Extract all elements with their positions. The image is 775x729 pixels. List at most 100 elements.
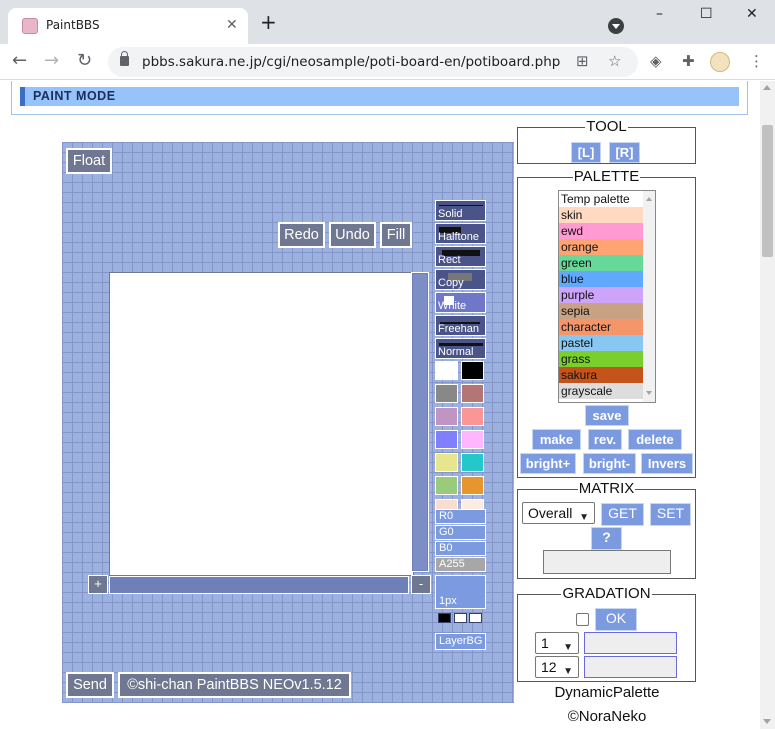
list-scroll-down-icon[interactable] [646, 391, 652, 395]
undo-button[interactable]: Undo [329, 222, 376, 248]
save-palette-button[interactable]: save [585, 405, 629, 426]
palette-list-item[interactable]: grayscale [559, 383, 643, 399]
palette-list-item[interactable]: purple [559, 287, 643, 303]
mask-mode-white-1[interactable] [454, 613, 467, 623]
right-color-button[interactable]: [R] [609, 142, 640, 163]
palette-list-item[interactable]: skin [559, 207, 643, 223]
bookmark-star-icon[interactable]: ☆ [608, 52, 621, 70]
green-value[interactable]: G0 [435, 525, 486, 540]
tool-rect[interactable]: Rect [435, 246, 486, 267]
tool-freehand[interactable]: Freehan [435, 315, 486, 336]
palette-list-item[interactable]: character [559, 319, 643, 335]
red-value[interactable]: R0 [435, 509, 486, 524]
send-button[interactable]: Send [66, 672, 114, 698]
url-text[interactable]: pbbs.sakura.ne.jp/cgi/neosample/poti-boa… [142, 54, 560, 70]
color-swatch[interactable] [435, 430, 458, 449]
gradation-select-end[interactable]: 12 ▼ [535, 656, 579, 678]
tab-close-icon[interactable]: ✕ [226, 17, 238, 33]
alpha-value[interactable]: A255 [435, 557, 486, 572]
translate-icon[interactable]: ⊞ [576, 52, 589, 70]
matrix-set-button[interactable]: SET [650, 503, 691, 526]
gradation-end-color[interactable] [584, 656, 677, 678]
palette-list-item[interactable]: blue [559, 271, 643, 287]
tool-normal[interactable]: Normal [435, 338, 486, 359]
bright-plus-button[interactable]: bright+ [520, 453, 576, 474]
redo-button[interactable]: Redo [278, 222, 325, 248]
profile-avatar[interactable] [710, 52, 730, 72]
tool-copy[interactable]: Copy [435, 269, 486, 290]
gradation-checkbox[interactable] [576, 613, 589, 626]
drawing-canvas[interactable] [109, 272, 414, 576]
color-swatch[interactable] [435, 476, 458, 495]
palette-list-item[interactable]: sepia [559, 303, 643, 319]
close-window-icon[interactable]: ✕ [746, 6, 758, 22]
bright-minus-button[interactable]: bright- [583, 453, 636, 474]
palette-list-item[interactable]: sakura [559, 367, 643, 383]
scroll-up-icon[interactable] [763, 85, 771, 90]
mask-mode-white-2[interactable] [469, 613, 482, 623]
palette-list-item[interactable]: green [559, 255, 643, 271]
lock-icon[interactable] [120, 51, 129, 66]
palette-list-item[interactable]: ewd [559, 223, 643, 239]
list-scroll-up-icon[interactable] [646, 197, 652, 201]
color-swatch[interactable] [435, 453, 458, 472]
revert-palette-button[interactable]: rev. [588, 429, 622, 450]
palette-list[interactable]: Temp palette skin ewd orange green blue purple… [558, 190, 656, 403]
zoom-in-button[interactable]: + [88, 575, 108, 594]
palette-list-item[interactable]: grass [559, 351, 643, 367]
mode-header-bar: PAINT MODE [20, 87, 739, 106]
canvas-horizontal-scrollbar[interactable] [109, 576, 409, 594]
reload-icon[interactable]: ↻ [77, 50, 92, 71]
page-scroll-thumb[interactable] [762, 125, 773, 257]
browser-tab[interactable]: PaintBBS ✕ [8, 8, 248, 44]
gradation-ok-button[interactable]: OK [595, 608, 637, 631]
shield-extension-icon[interactable]: ◈ [650, 52, 662, 70]
blue-value[interactable]: B0 [435, 541, 486, 556]
tool-white[interactable]: White [435, 292, 486, 313]
layer-button[interactable]: LayerBG [435, 633, 486, 650]
new-tab-icon[interactable]: + [260, 12, 277, 32]
palette-list-item[interactable]: Temp palette [559, 191, 643, 207]
color-swatch[interactable] [435, 361, 458, 380]
tool-solid[interactable]: Solid [435, 200, 486, 221]
canvas-vertical-scrollbar[interactable] [411, 272, 429, 572]
matrix-help-button[interactable]: ? [591, 527, 622, 550]
scroll-down-icon[interactable] [763, 719, 771, 724]
back-icon[interactable]: ← [12, 50, 27, 71]
gradation-start-color[interactable] [584, 632, 677, 654]
palette-list-scrollbar[interactable] [643, 191, 655, 402]
zoom-out-button[interactable]: - [411, 575, 431, 594]
color-swatch[interactable] [461, 407, 484, 426]
maximize-icon[interactable]: ☐ [700, 6, 713, 22]
color-swatch[interactable] [461, 361, 484, 380]
color-swatch[interactable] [461, 453, 484, 472]
make-palette-button[interactable]: make [532, 429, 581, 450]
color-swatch[interactable] [461, 430, 484, 449]
forward-icon[interactable]: → [44, 50, 59, 71]
minimize-icon[interactable]: – [656, 6, 663, 22]
delete-palette-button[interactable]: delete [628, 429, 682, 450]
gradation-select-start[interactable]: 1 ▼ [535, 632, 579, 654]
matrix-textarea[interactable] [543, 550, 671, 574]
extensions-puzzle-icon[interactable]: ✚ [682, 52, 695, 70]
fill-button[interactable]: Fill [380, 222, 412, 248]
color-swatch[interactable] [461, 476, 484, 495]
tab-search-icon[interactable] [608, 18, 624, 34]
palette-list-item[interactable]: orange [559, 239, 643, 255]
color-swatch[interactable] [435, 407, 458, 426]
mask-mode-black[interactable] [438, 613, 451, 623]
pen-size-box[interactable]: 1px [435, 575, 486, 609]
color-swatch[interactable] [461, 384, 484, 403]
tool-halftone[interactable]: Halftone [435, 223, 486, 244]
vertical-scroll-thumb[interactable] [413, 274, 427, 570]
invert-palette-button[interactable]: Invers [641, 453, 693, 474]
page-scrollbar[interactable] [760, 81, 775, 729]
browser-menu-icon[interactable]: ⋮ [749, 52, 764, 70]
matrix-get-button[interactable]: GET [601, 503, 644, 526]
matrix-select[interactable]: Overall ▼ [522, 502, 595, 524]
address-bar[interactable]: pbbs.sakura.ne.jp/cgi/neosample/poti-boa… [108, 47, 638, 77]
float-button[interactable]: Float [66, 148, 112, 174]
color-swatch[interactable] [435, 384, 458, 403]
palette-list-item[interactable]: pastel [559, 335, 643, 351]
left-color-button[interactable]: [L] [571, 142, 601, 163]
